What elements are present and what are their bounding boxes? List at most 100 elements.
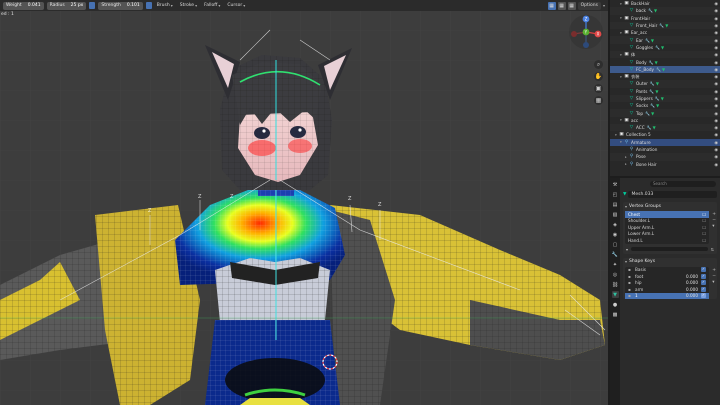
shape-key-value[interactable]: 0.000	[682, 287, 698, 292]
visibility-eye-icon[interactable]: ◉	[714, 103, 718, 108]
lock-icon[interactable]: ☐	[702, 212, 706, 217]
outliner-item[interactable]: ▸ ⚲ Pose ◉	[610, 153, 720, 161]
chevron-down-icon[interactable]: ▾	[712, 280, 716, 285]
shape-key-value[interactable]: 0.000	[682, 293, 698, 298]
shape-key-value[interactable]: 0.000	[682, 280, 698, 285]
filter-icon[interactable]: ▾	[626, 247, 628, 252]
visibility-eye-icon[interactable]: ◉	[714, 60, 718, 65]
mesh-data-icon[interactable]: ▼	[655, 89, 658, 94]
lock-icon[interactable]: ☐	[702, 231, 706, 236]
mirror-y-icon[interactable]: ▦	[557, 1, 566, 10]
checkbox-icon[interactable]: ✓	[701, 280, 706, 286]
add-icon[interactable]: +	[712, 268, 716, 273]
checkbox-icon[interactable]: ✓	[701, 273, 706, 279]
visibility-eye-icon[interactable]: ◉	[714, 1, 718, 6]
wrench-icon[interactable]: 🔧	[656, 67, 661, 72]
wrench-icon[interactable]: 🔧	[655, 45, 660, 50]
list-resize-handle[interactable]	[631, 247, 708, 251]
outliner-item[interactable]: ▾ ▣ 体 ◉	[610, 51, 720, 59]
tool-tab-icon[interactable]: ⚒	[612, 181, 619, 188]
outliner-item[interactable]: ▽ Goggles 🔧 ▼ ◉	[610, 44, 720, 51]
outliner-item[interactable]: ⚲ Animation ◉	[610, 146, 720, 153]
view-layer-tab-icon[interactable]: ▧	[612, 211, 619, 218]
outliner-item[interactable]: ▾ ▣ acc ◉	[610, 117, 720, 124]
mirror-z-icon[interactable]: ▦	[567, 1, 576, 10]
shape-key-item[interactable]: ▪ arm 0.000 ✓	[625, 286, 709, 293]
visibility-eye-icon[interactable]: ◉	[714, 23, 718, 28]
mesh-data-icon[interactable]: ▼	[662, 67, 665, 72]
wrench-icon[interactable]: 🔧	[650, 103, 655, 108]
wrench-icon[interactable]: 🔧	[645, 38, 650, 43]
wrench-icon[interactable]: 🔧	[655, 96, 660, 101]
outliner-item[interactable]: ▸ ⚲ Bone Hair ◉	[610, 161, 720, 168]
visibility-eye-icon[interactable]: ◉	[714, 52, 718, 57]
visibility-eye-icon[interactable]: ◉	[714, 38, 718, 43]
scene-tab-icon[interactable]: ◈	[612, 221, 619, 228]
vertex-groups-header[interactable]: ▾ Vertex Groups	[623, 202, 717, 210]
outliner-item[interactable]: ▽ back 🔧 ▼ ◉	[610, 7, 720, 15]
visibility-eye-icon[interactable]: ◉	[714, 125, 718, 130]
mesh-data-icon[interactable]: ▼	[651, 38, 654, 43]
checkbox-icon[interactable]: ✓	[701, 293, 706, 299]
wrench-icon[interactable]: 🔧	[645, 111, 650, 116]
constraints-tab-icon[interactable]: ⛓	[612, 281, 619, 288]
particles-tab-icon[interactable]: ✦	[612, 261, 619, 268]
outliner-item[interactable]: ▾ ⚲ Armature ◉	[610, 138, 720, 146]
visibility-eye-icon[interactable]: ◉	[714, 147, 718, 152]
visibility-eye-icon[interactable]: ◉	[714, 154, 718, 159]
shape-key-value[interactable]: 0.000	[682, 274, 698, 279]
outliner-item[interactable]: ▽ Socks 🔧 ▼ ◉	[610, 102, 720, 109]
lock-icon[interactable]: ☐	[702, 218, 706, 223]
outliner-item[interactable]: ▽ Pants 🔧 ▼ ◉	[610, 88, 720, 95]
wrench-icon[interactable]: 🔧	[649, 89, 654, 94]
vertex-group-item[interactable]: Hand.L ☐	[625, 237, 709, 244]
visibility-eye-icon[interactable]: ◉	[714, 89, 718, 94]
visibility-eye-icon[interactable]: ◉	[714, 16, 718, 21]
material-tab-icon[interactable]: ●	[612, 301, 619, 308]
outliner-item[interactable]: ▾ ▣ FrontHair ◉	[610, 15, 720, 22]
properties-search-field[interactable]: Search	[650, 181, 716, 187]
outliner-item[interactable]: ▽ Outer 🔧 ▼ ◉	[610, 80, 720, 88]
outliner-item[interactable]: ▾ ▣ 衣装 ◉	[610, 73, 720, 80]
radius-pressure-toggle[interactable]	[89, 2, 96, 9]
checkbox-icon[interactable]: ✓	[701, 267, 706, 273]
navigation-gizmo[interactable]: X Z Y	[568, 14, 604, 50]
mesh-data-icon[interactable]: ▼	[661, 45, 664, 50]
output-tab-icon[interactable]: ▤	[612, 201, 619, 208]
shape-key-item[interactable]: ▪ foot 0.000 ✓	[625, 273, 709, 280]
outliner-item[interactable]: ▾ ▣ Ear_acc ◉	[610, 29, 720, 36]
mesh-data-icon[interactable]: ▼	[665, 23, 668, 28]
outliner-item[interactable]: ▾ ▣ Collection 5 ◉	[610, 131, 720, 138]
camera-icon[interactable]: ▣	[594, 84, 603, 93]
wrench-icon[interactable]: 🔧	[648, 8, 653, 13]
outliner-item[interactable]: ▽ Slippers 🔧 ▼ ◉	[610, 94, 720, 103]
mesh-data-icon[interactable]: ▼	[661, 96, 664, 101]
wrench-icon[interactable]: 🔧	[650, 81, 655, 86]
mesh-data-icon[interactable]: ▼	[653, 125, 656, 130]
visibility-eye-icon[interactable]: ◉	[714, 132, 718, 137]
visibility-eye-icon[interactable]: ◉	[714, 74, 718, 79]
wrench-icon[interactable]: 🔧	[649, 60, 654, 65]
outliner-item[interactable]: ▽ Body 🔧 ▼ ◉	[610, 58, 720, 65]
visibility-eye-icon[interactable]: ◉	[714, 111, 718, 116]
radius-field[interactable]: Radius 25 px	[46, 1, 87, 10]
visibility-eye-icon[interactable]: ◉	[714, 8, 718, 13]
visibility-eye-icon[interactable]: ◉	[714, 140, 718, 145]
strength-pressure-toggle[interactable]	[145, 2, 152, 9]
visibility-eye-icon[interactable]: ◉	[714, 30, 718, 35]
sort-icon[interactable]: ⇅	[711, 247, 714, 252]
physics-tab-icon[interactable]: ◎	[612, 271, 619, 278]
wrench-icon[interactable]: 🔧	[647, 125, 652, 130]
outliner-item[interactable]: ▽ Front_Hair 🔧 ▼ ◉	[610, 21, 720, 30]
vertex-group-list[interactable]: Chest ☐ Shoulder.L ☐ Upper Arm.L ☐ Lower Arm.L…	[625, 211, 709, 244]
mirror-x-icon[interactable]: ▦	[547, 1, 556, 10]
mesh-data-name-field[interactable]: Mesh.033	[628, 190, 717, 198]
brush-dropdown[interactable]: Brush ▾	[155, 3, 175, 8]
options-dropdown[interactable]: Options	[577, 1, 601, 10]
visibility-eye-icon[interactable]: ◉	[714, 118, 718, 123]
mesh-data-icon[interactable]: ▼	[654, 8, 657, 13]
modifier-tab-icon[interactable]: 🔧	[612, 251, 619, 258]
lock-icon[interactable]: ☐	[702, 225, 706, 230]
3d-viewport[interactable]: Z Z Z Z Z Weight 0.041 Radius 25 px Streng…	[0, 0, 608, 405]
strength-field[interactable]: Strength 0.101	[98, 1, 143, 10]
